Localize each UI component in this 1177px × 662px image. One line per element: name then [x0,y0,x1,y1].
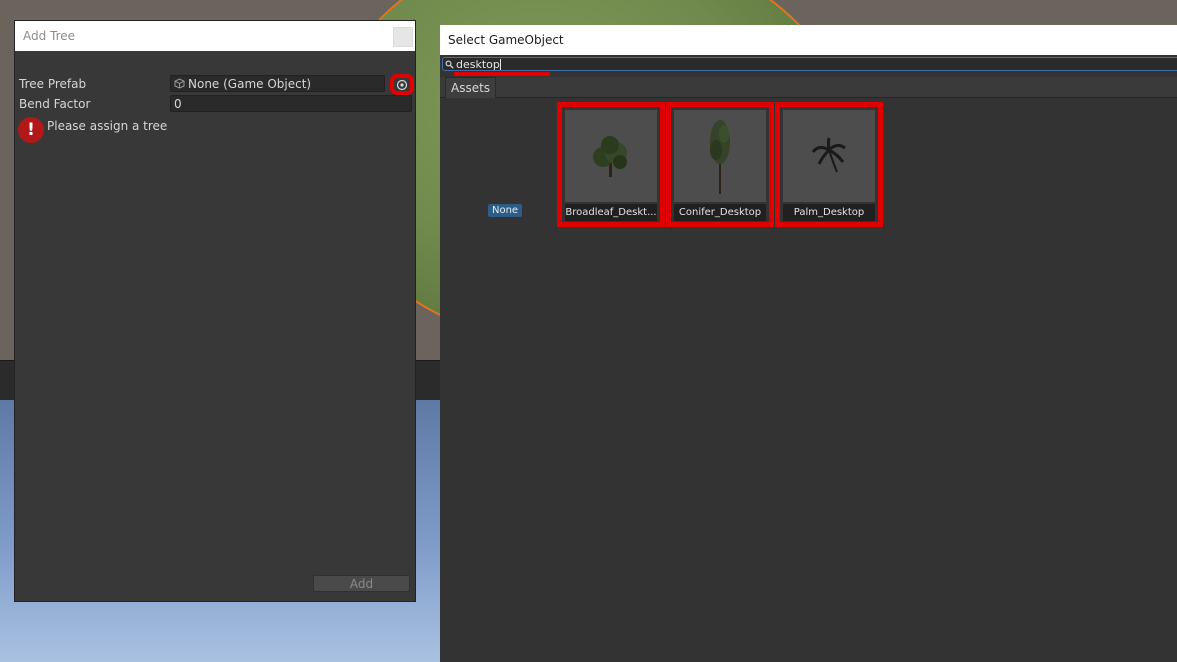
tab-strip: Assets [440,77,1177,98]
broadleaf-tree-icon [593,136,627,177]
tab-assets-label: Assets [451,81,491,95]
search-value: desktop [456,57,500,71]
conifer-tree-icon [710,120,730,194]
search-highlight [454,72,550,76]
close-button[interactable] [393,27,413,47]
search-input[interactable]: desktop [442,57,1177,71]
select-gameobject-window: Select GameObject desktop Assets None Br… [440,25,1177,662]
asset-thumbnail [674,110,766,202]
bend-factor-label: Bend Factor [19,97,91,111]
asset-label: Conifer_Desktop [674,204,766,221]
object-picker-button[interactable] [390,74,414,95]
asset-thumbnail [565,110,657,202]
add-button[interactable]: Add [313,575,410,592]
asset-label: Palm_Desktop [783,204,875,221]
select-gameobject-title: Select GameObject [448,33,564,47]
select-gameobject-titlebar: Select GameObject [440,25,1177,55]
asset-item-palm[interactable]: Palm_Desktop [775,102,883,227]
asset-thumbnail [783,110,875,202]
bend-factor-field[interactable]: 0 [170,95,412,112]
add-tree-window: Add Tree Tree Prefab None (Game Object) … [15,21,415,601]
search-icon [445,59,454,69]
tab-assets[interactable]: Assets [445,77,497,98]
gameobject-icon [174,78,185,89]
bend-factor-value: 0 [174,96,182,111]
target-icon [396,79,408,90]
tree-prefab-value: None (Game Object) [188,76,312,91]
tree-prefab-field[interactable]: None (Game Object) [170,75,385,92]
error-message: Please assign a tree [47,119,168,133]
error-icon: ! [18,117,44,143]
asset-item-broadleaf[interactable]: Broadleaf_Deskt... [557,102,665,227]
palm-tree-icon [811,137,846,173]
tree-prefab-label: Tree Prefab [19,77,87,91]
none-item[interactable]: None [488,204,523,217]
add-tree-titlebar: Add Tree [15,21,415,51]
asset-item-conifer[interactable]: Conifer_Desktop [666,102,774,227]
asset-label: Broadleaf_Deskt... [565,204,657,221]
add-tree-title: Add Tree [23,29,76,43]
